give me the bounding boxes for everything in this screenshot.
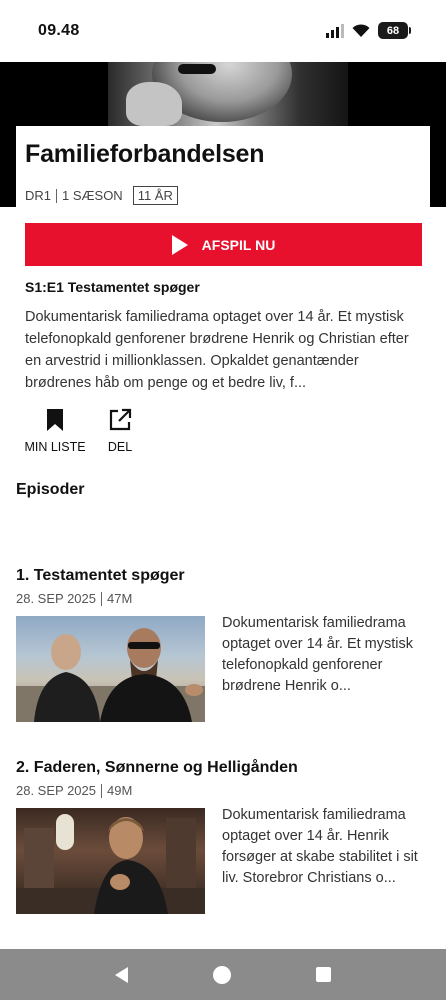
meta-divider bbox=[56, 188, 58, 203]
play-now-button[interactable]: AFSPIL NU bbox=[25, 223, 422, 266]
episode-title[interactable]: 2. Faderen, Sønnerne og Helligånden bbox=[16, 759, 298, 777]
episode-duration: 47M bbox=[107, 591, 133, 606]
share-button[interactable]: DEL bbox=[104, 408, 136, 454]
show-title: Familieforbandelsen bbox=[25, 140, 265, 168]
season-count: 1 SÆSON bbox=[62, 188, 123, 203]
episode-thumbnail[interactable] bbox=[16, 808, 205, 914]
status-bar: 09.48 68 bbox=[0, 0, 446, 62]
episode-description: Dokumentarisk familiedrama optaget over … bbox=[25, 309, 409, 391]
play-icon bbox=[171, 234, 188, 255]
meta-divider bbox=[101, 591, 102, 606]
status-time: 09.48 bbox=[38, 22, 80, 39]
episode-description: Dokumentarisk familiedrama optaget over … bbox=[222, 807, 418, 886]
wifi-icon bbox=[352, 23, 370, 37]
show-meta: DR1 1 SÆSON 11 ÅR bbox=[25, 186, 178, 205]
my-list-button[interactable]: MIN LISTE bbox=[24, 408, 86, 454]
home-icon[interactable] bbox=[212, 965, 231, 984]
my-list-label: MIN LISTE bbox=[24, 440, 86, 454]
meta-divider bbox=[101, 783, 102, 798]
episode-date: 28. SEP 2025 bbox=[16, 591, 96, 606]
bookmark-icon bbox=[47, 409, 63, 431]
back-icon[interactable] bbox=[114, 966, 128, 983]
episode-date: 28. SEP 2025 bbox=[16, 783, 96, 798]
episode-title[interactable]: 1. Testamentet spøger bbox=[16, 567, 185, 585]
age-rating-badge: 11 ÅR bbox=[132, 186, 178, 205]
episode-duration: 49M bbox=[107, 783, 133, 798]
episode-meta: 28. SEP 2025 49M bbox=[16, 783, 132, 798]
share-icon bbox=[109, 408, 132, 431]
signal-icon bbox=[326, 23, 344, 38]
play-now-label: AFSPIL NU bbox=[201, 236, 276, 253]
episode-meta: 28. SEP 2025 47M bbox=[16, 591, 132, 606]
current-episode-label: S1:E1 Testamentet spøger bbox=[25, 279, 200, 295]
share-label: DEL bbox=[107, 440, 133, 454]
system-nav-bar bbox=[0, 949, 446, 1000]
channel-label: DR1 bbox=[25, 188, 52, 203]
status-icons: 68 bbox=[326, 22, 411, 39]
episodes-heading: Episoder bbox=[16, 481, 85, 498]
episode-description: Dokumentarisk familiedrama optaget over … bbox=[222, 615, 414, 694]
battery-icon: 68 bbox=[378, 22, 411, 39]
title-card: Familieforbandelsen DR1 1 SÆSON 11 ÅR bbox=[16, 126, 430, 210]
episode-thumbnail[interactable] bbox=[16, 616, 205, 722]
recents-icon[interactable] bbox=[316, 967, 332, 982]
